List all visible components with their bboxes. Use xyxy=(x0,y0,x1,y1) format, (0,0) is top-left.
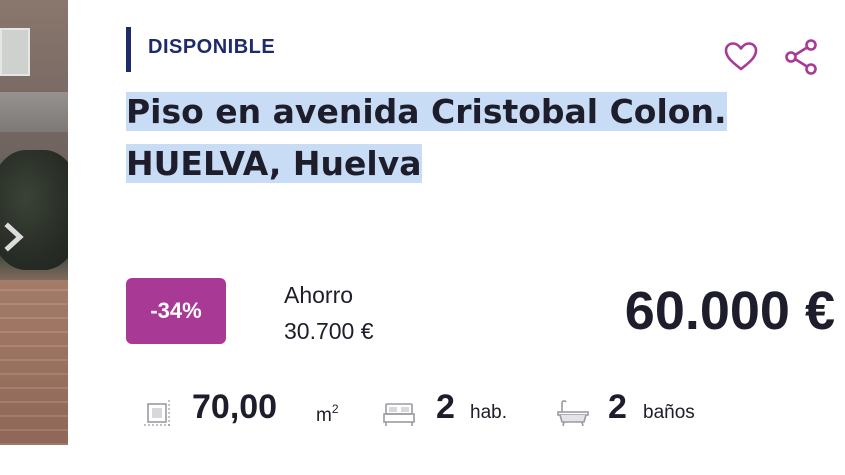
photo-window xyxy=(0,28,30,76)
listing-title-line1: Piso en avenida Cristobal Colon. xyxy=(126,92,727,131)
area-icon xyxy=(142,398,172,432)
status-indicator xyxy=(126,27,131,72)
listing-title[interactable]: Piso en avenida Cristobal Colon. HUELVA,… xyxy=(126,86,766,190)
discount-badge: -34% xyxy=(126,278,226,344)
property-card: DISPONIBLE Piso en avenida Cristobal Col… xyxy=(0,0,845,475)
savings-label: Ahorro xyxy=(284,282,354,308)
share-button[interactable] xyxy=(783,38,821,76)
rooms-unit: hab. xyxy=(470,402,507,423)
listing-title-line2: HUELVA, Huelva xyxy=(126,144,422,183)
photo-balcony xyxy=(0,92,68,132)
area-unit: m2 xyxy=(316,402,339,426)
area-value: 70,00 xyxy=(192,388,278,426)
bed-icon xyxy=(382,398,416,432)
heart-icon xyxy=(724,42,758,71)
bathtub-icon xyxy=(556,398,590,432)
price: 60.000 € xyxy=(624,281,835,341)
baths-unit: baños xyxy=(643,402,695,423)
favorite-button[interactable] xyxy=(722,38,760,76)
status-label: DISPONIBLE xyxy=(148,36,276,58)
photo-bricks xyxy=(0,280,68,445)
baths-value: 2 xyxy=(608,388,627,426)
property-photo[interactable] xyxy=(0,0,68,445)
rooms-value: 2 xyxy=(436,388,455,426)
savings-value: 30.700 € xyxy=(284,318,374,344)
chevron-right-icon[interactable] xyxy=(2,220,30,254)
share-icon xyxy=(785,39,817,75)
